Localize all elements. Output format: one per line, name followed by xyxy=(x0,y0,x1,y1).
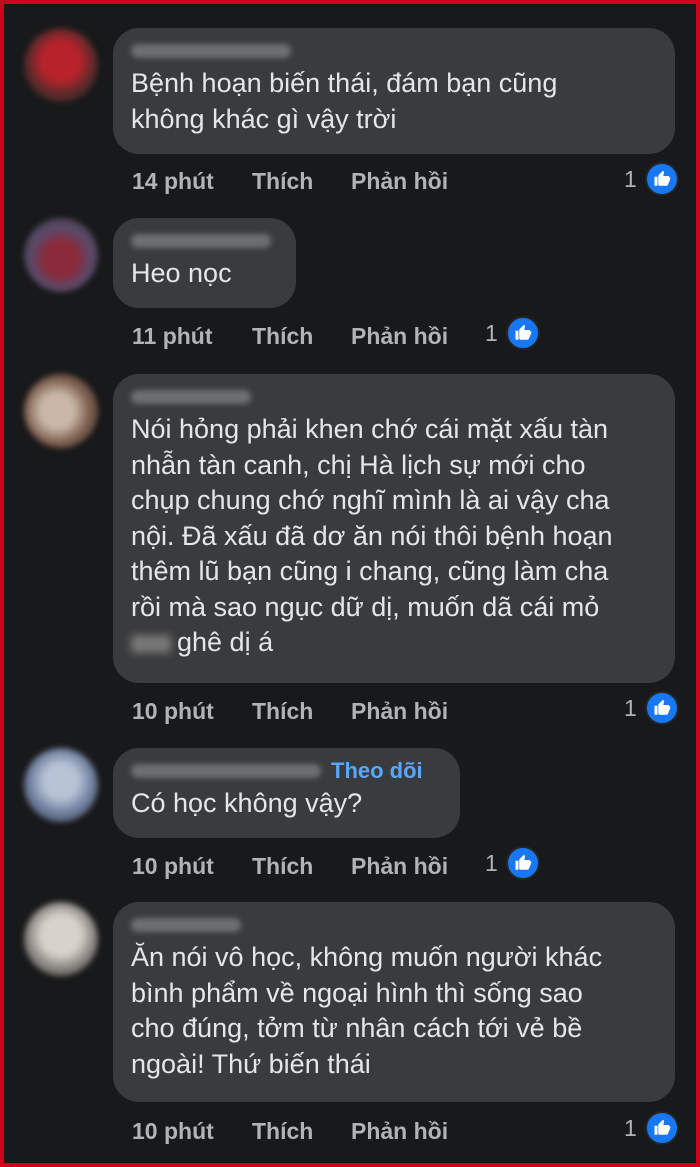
timestamp: 10 phút xyxy=(132,697,214,724)
comment-text-body: Nói hỏng phải khen chớ cái mặt xấu tàn n… xyxy=(131,414,613,622)
timestamp: 10 phút xyxy=(132,1117,214,1144)
avatar[interactable] xyxy=(24,374,98,448)
author-name[interactable] xyxy=(131,912,657,938)
comment-actions: 10 phút Thích Phản hồi xyxy=(132,1116,448,1146)
comment-bubble: Nói hỏng phải khen chớ cái mặt xấu tàn n… xyxy=(113,374,675,683)
author-name[interactable]: Theo dõi xyxy=(131,758,442,784)
like-thumb-icon xyxy=(644,162,679,196)
comment-actions: 10 phút Thích Phản hồi xyxy=(132,696,448,726)
like-thumb-icon xyxy=(644,691,679,725)
redacted-word xyxy=(131,634,171,653)
comment-bubble: Ăn nói vô học, không muốn người khác bìn… xyxy=(113,902,675,1102)
timestamp: 11 phút xyxy=(132,322,213,349)
comment-text: Bệnh hoạn biến thái, đám bạn cũng không … xyxy=(131,68,558,134)
like-button[interactable]: Thích xyxy=(252,1118,351,1145)
comment-text: Có học không vậy? xyxy=(131,788,363,818)
avatar[interactable] xyxy=(24,902,98,976)
author-name[interactable] xyxy=(131,228,278,254)
reaction-number: 1 xyxy=(485,319,498,346)
reaction-count[interactable]: 1 xyxy=(485,846,540,880)
like-button[interactable]: Thích xyxy=(252,853,351,880)
comment-text: Nói hỏng phải khen chớ cái mặt xấu tàn n… xyxy=(131,412,657,661)
avatar[interactable] xyxy=(24,218,98,292)
reaction-count[interactable]: 1 xyxy=(485,316,540,350)
follow-button[interactable]: Theo dõi xyxy=(331,758,423,784)
comment-bubble: Bệnh hoạn biến thái, đám bạn cũng không … xyxy=(113,28,675,154)
reaction-number: 1 xyxy=(624,694,637,721)
like-button[interactable]: Thích xyxy=(252,323,351,350)
avatar[interactable] xyxy=(24,748,98,822)
like-thumb-icon xyxy=(505,846,540,880)
reply-button[interactable]: Phản hồi xyxy=(351,168,448,195)
like-thumb-icon xyxy=(505,316,540,350)
comment-text-end: ghê dị á xyxy=(177,627,274,657)
timestamp: 10 phút xyxy=(132,852,214,879)
reply-button[interactable]: Phản hồi xyxy=(351,1118,448,1145)
reaction-count[interactable]: 1 xyxy=(624,1111,679,1145)
comment-actions: 11 phút Thích Phản hồi xyxy=(132,321,448,351)
comment-text: Heo nọc xyxy=(131,258,232,288)
comment-text: Ăn nói vô học, không muốn người khác bìn… xyxy=(131,942,603,1079)
reply-button[interactable]: Phản hồi xyxy=(351,323,448,350)
author-name[interactable] xyxy=(131,384,657,410)
reaction-count[interactable]: 1 xyxy=(624,691,679,725)
reaction-count[interactable]: 1 xyxy=(624,162,679,196)
like-button[interactable]: Thích xyxy=(252,168,351,195)
like-button[interactable]: Thích xyxy=(252,698,351,725)
timestamp: 14 phút xyxy=(132,167,214,194)
author-name[interactable] xyxy=(131,38,657,64)
comment-actions: 10 phút Thích Phản hồi xyxy=(132,851,448,881)
reaction-number: 1 xyxy=(485,849,498,876)
avatar[interactable] xyxy=(24,28,98,102)
reply-button[interactable]: Phản hồi xyxy=(351,698,448,725)
comment-bubble: Theo dõi Có học không vậy? xyxy=(113,748,460,838)
reply-button[interactable]: Phản hồi xyxy=(351,853,448,880)
reaction-number: 1 xyxy=(624,165,637,192)
reaction-number: 1 xyxy=(624,1114,637,1141)
comment-bubble: Heo nọc xyxy=(113,218,296,308)
like-thumb-icon xyxy=(644,1111,679,1145)
comment-actions: 14 phút Thích Phản hồi xyxy=(132,166,448,196)
